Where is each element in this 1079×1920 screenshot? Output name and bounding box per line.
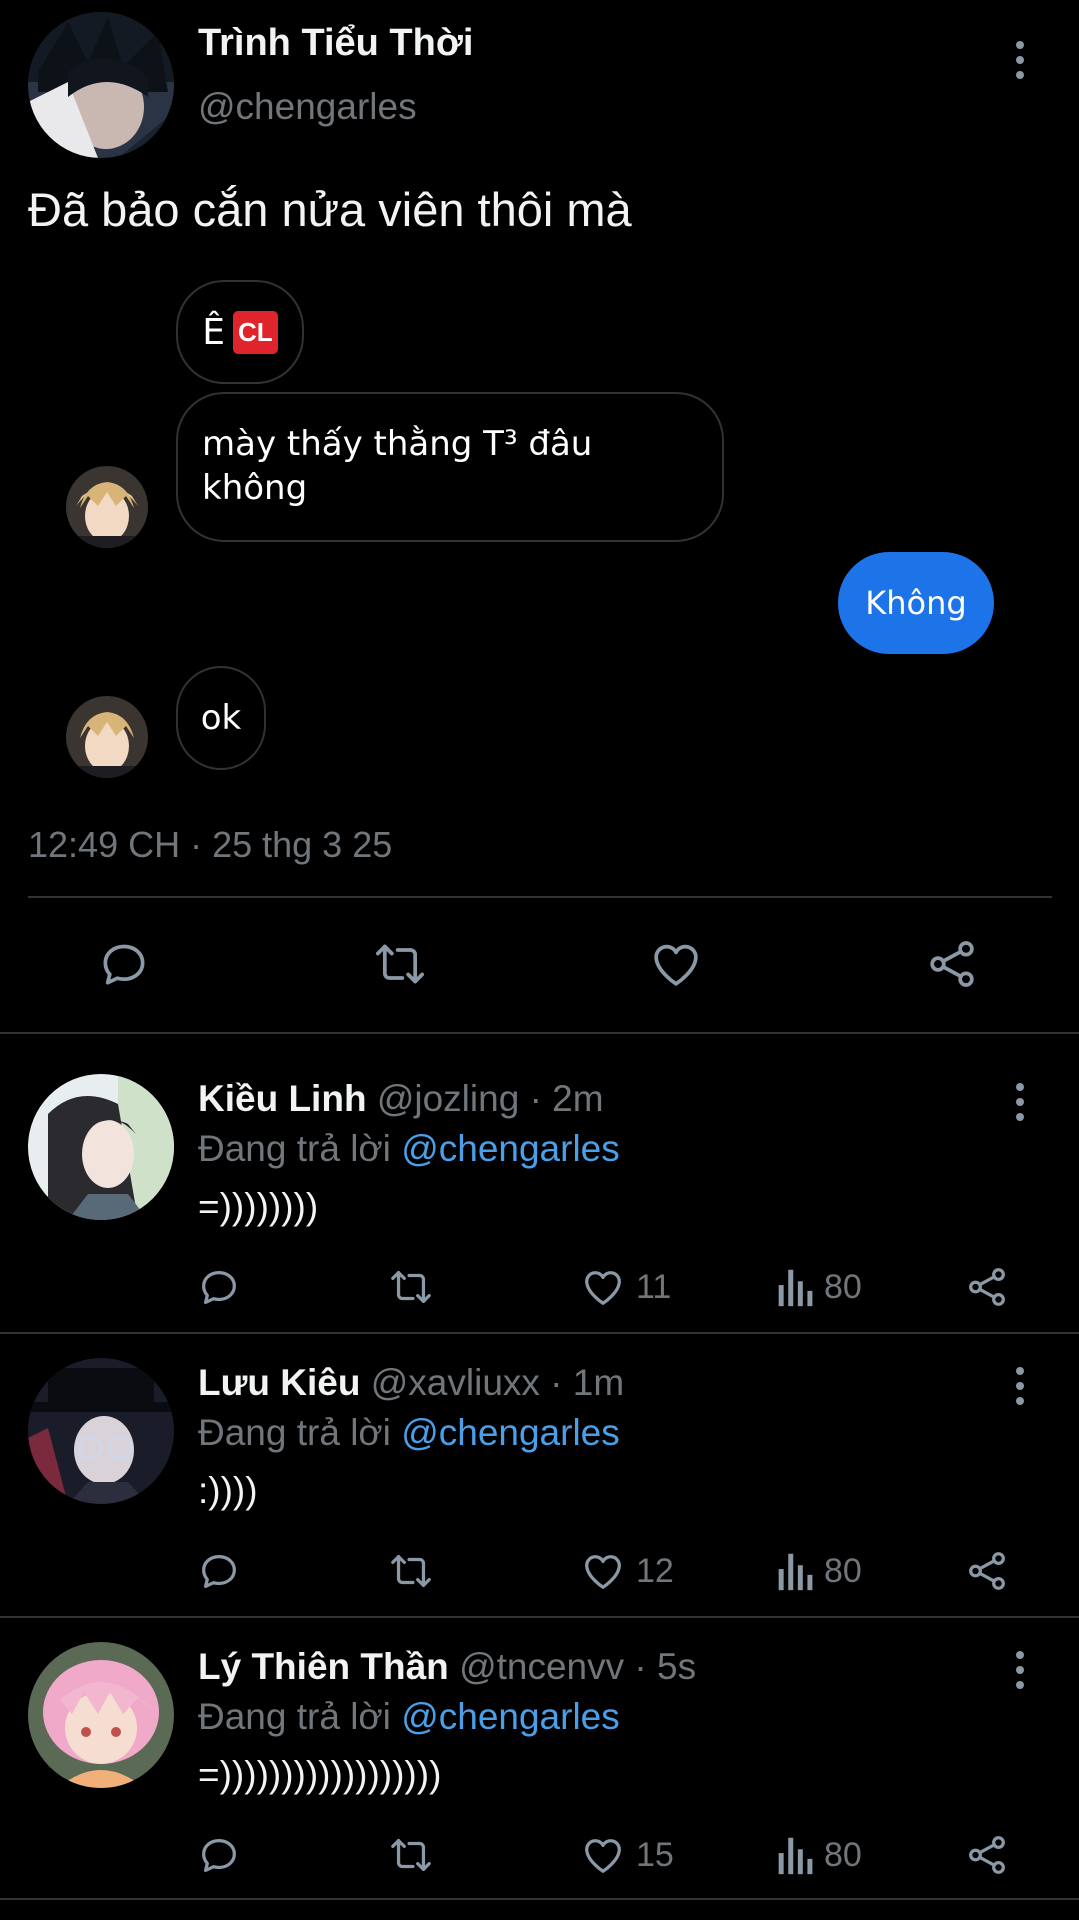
reply-handle[interactable]: @jozling [377,1078,519,1119]
like-icon [648,936,704,992]
author-handle[interactable]: @chengarles [198,86,417,128]
retweet-icon [386,1548,436,1594]
reply-name[interactable]: Lưu Kiêu [198,1362,360,1403]
retweet-button[interactable] [386,1832,436,1878]
more-vertical-icon [1016,1367,1024,1405]
share-button[interactable] [964,1264,1010,1310]
share-button[interactable] [964,1832,1010,1878]
reply-text: =)))))))) [198,1186,319,1227]
views-icon [774,1548,814,1594]
reply-button[interactable] [196,1832,242,1878]
more-vertical-icon [1016,41,1024,79]
reply-button[interactable] [96,936,152,992]
retweet-icon [370,936,430,992]
views-button[interactable]: 80 [774,1264,862,1310]
post-text: Đã bảo cắn nửa viên thôi mà [28,183,632,236]
views-button[interactable]: 80 [774,1832,862,1878]
replying-to-handle[interactable]: @chengarles [401,1128,620,1169]
reply-avatar[interactable] [28,1358,174,1504]
reply-item[interactable]: Kiều Linh @jozling · 2m Đang trả lời @ch… [0,1034,1079,1330]
post-more-button[interactable] [1000,30,1040,90]
views-count: 80 [824,1267,862,1306]
share-icon [924,936,980,992]
share-button[interactable] [964,1548,1010,1594]
reply-handle[interactable]: @tncenvv [459,1646,624,1687]
reply-handle[interactable]: @xavliuxx [371,1362,540,1403]
views-count: 80 [824,1835,862,1874]
views-button[interactable]: 80 [774,1548,862,1594]
like-icon [580,1548,626,1594]
share-icon [964,1264,1010,1310]
more-vertical-icon [1016,1651,1024,1689]
reply-text: =)))))))))))))))))) [198,1754,442,1795]
reply-icon [196,1264,242,1310]
replying-to-label: Đang trả lời [198,1696,391,1737]
reply-button[interactable] [196,1264,242,1310]
reply-more-button[interactable] [1000,1356,1040,1416]
chat-friend-avatar-2 [66,696,148,778]
views-icon [774,1832,814,1878]
chat-bubble-3-text: Không [865,584,967,622]
share-icon [964,1548,1010,1594]
chat-bubble-4-text: ok [200,698,242,738]
like-count: 15 [636,1835,674,1874]
reply-button[interactable] [196,1548,242,1594]
chat-friend-avatar [66,466,148,548]
like-button[interactable]: 15 [580,1832,674,1878]
reply-text: :)))) [198,1470,258,1511]
like-button[interactable]: 11 [580,1264,671,1310]
retweet-button[interactable] [370,936,430,992]
replying-to-label: Đang trả lời [198,1128,391,1169]
author-avatar[interactable] [28,12,174,158]
reply-name[interactable]: Kiều Linh [198,1078,367,1119]
views-icon [774,1264,814,1310]
reply-time[interactable]: · 1m [550,1362,624,1403]
share-icon [964,1832,1010,1878]
reply-icon [196,1832,242,1878]
reply-avatar[interactable] [28,1074,174,1220]
reply-icon [96,936,152,992]
post-timestamp[interactable]: 12:49 CH · 25 thg 3 25 [28,824,392,866]
reply-item[interactable]: Lý Thiên Thần @tncenvv · 5s Đang trả lời… [0,1602,1079,1898]
reply-time[interactable]: · 5s [634,1646,696,1687]
divider [28,896,1052,898]
more-vertical-icon [1016,1083,1024,1121]
chat-bubble-1: Ê CL [176,280,304,384]
like-icon [580,1832,626,1878]
retweet-icon [386,1264,436,1310]
retweet-button[interactable] [386,1548,436,1594]
replying-to-handle[interactable]: @chengarles [401,1412,620,1453]
reply-name[interactable]: Lý Thiên Thần [198,1646,449,1687]
chat-bubble-4: ok [176,666,266,770]
author-name[interactable]: Trình Tiểu Thời [198,22,473,65]
views-count: 80 [824,1551,862,1590]
replying-to-handle[interactable]: @chengarles [401,1696,620,1737]
like-count: 12 [636,1551,674,1590]
cl-badge: CL [233,310,278,354]
chat-bubble-2: mày thấy thằng T³ đâu không [176,392,724,542]
reply-icon [196,1548,242,1594]
divider [0,1898,1079,1900]
reply-more-button[interactable] [1000,1640,1040,1700]
reply-avatar[interactable] [28,1642,174,1788]
like-count: 11 [636,1267,672,1306]
reply-item[interactable]: Lưu Kiêu @xavliuxx · 1m Đang trả lời @ch… [0,1318,1079,1614]
chat-bubble-2-line1: mày thấy thằng T³ đâu [202,424,593,464]
like-button[interactable]: 12 [580,1548,674,1594]
chat-bubble-2-line2: không [202,468,308,508]
like-button[interactable] [648,936,704,992]
like-icon [580,1264,626,1310]
share-button[interactable] [924,936,980,992]
reply-more-button[interactable] [1000,1072,1040,1132]
retweet-icon [386,1832,436,1878]
retweet-button[interactable] [386,1264,436,1310]
chat-bubble-3: Không [838,552,994,654]
chat-bubble-1-text: Ê [202,311,226,353]
chat-screenshot[interactable]: Ê CL mày thấy thằng T³ đâu không Không o… [60,270,1020,790]
replying-to-label: Đang trả lời [198,1412,391,1453]
reply-time[interactable]: · 2m [530,1078,604,1119]
